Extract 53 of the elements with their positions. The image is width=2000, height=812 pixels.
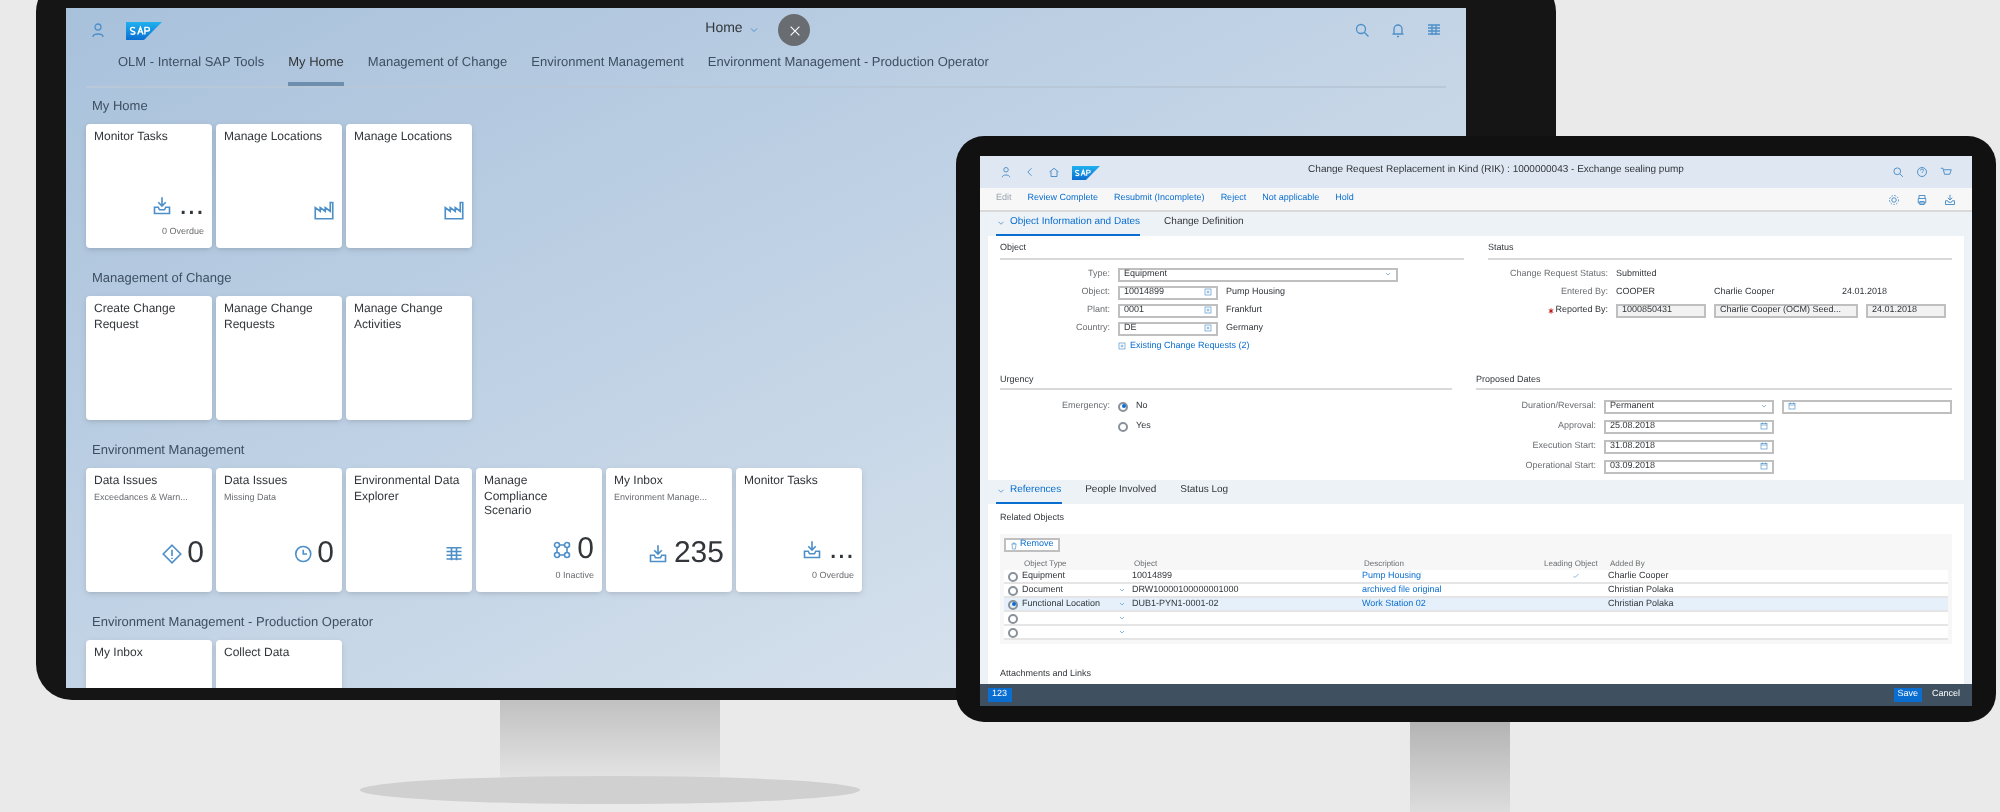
radio-button[interactable] — [1008, 613, 1018, 623]
radio-button[interactable] — [1008, 599, 1018, 609]
close-button[interactable] — [778, 14, 811, 46]
user-icon — [1000, 166, 1012, 178]
radio-button[interactable] — [1118, 401, 1128, 412]
home-icon — [1048, 166, 1060, 178]
tray-icon — [802, 540, 823, 561]
network-icon — [551, 540, 572, 561]
bell-icon — [1390, 22, 1406, 38]
tray-icon — [647, 544, 668, 564]
tray-icon — [152, 196, 173, 217]
tile-number: 235 — [673, 538, 724, 568]
gear-icon — [1888, 193, 1900, 205]
radio-button[interactable] — [1008, 585, 1018, 595]
sap-logo — [126, 21, 162, 39]
date-field[interactable] — [1782, 399, 1952, 414]
calendar-icon — [1760, 422, 1768, 431]
tile-number: 0 — [577, 534, 594, 565]
factory-icon — [314, 200, 334, 220]
tile-number: ... — [178, 190, 204, 221]
diamond-alert-icon — [161, 544, 182, 564]
cart-icon — [1940, 166, 1952, 178]
caret-icon — [748, 24, 761, 36]
help-icon — [1916, 166, 1928, 178]
trash-icon — [1010, 541, 1018, 549]
apps-icon — [1426, 22, 1442, 38]
export-icon — [1944, 193, 1956, 205]
sap-logo — [1072, 165, 1100, 179]
value-help-icon — [1204, 288, 1212, 297]
value-help-icon — [1204, 306, 1212, 315]
clock-icon — [291, 544, 312, 564]
radio-button[interactable] — [1118, 421, 1128, 432]
radio-button[interactable] — [1008, 571, 1018, 581]
tile-number: 0 — [317, 538, 334, 568]
calendar-icon — [1760, 442, 1768, 451]
caret-icon — [996, 217, 1006, 228]
table-icon — [444, 544, 464, 564]
search-icon — [1354, 22, 1370, 38]
caret-icon — [996, 486, 1006, 496]
calendar-icon — [1788, 402, 1796, 411]
link-icon — [1118, 342, 1126, 351]
factory-icon — [444, 200, 464, 220]
required-icon — [1547, 307, 1554, 314]
tile-number: 0 — [187, 538, 204, 568]
search-icon — [1892, 166, 1904, 178]
print-icon — [1916, 193, 1928, 205]
close-icon — [787, 23, 802, 37]
back-icon — [1024, 166, 1036, 178]
tile-number: ... — [828, 534, 854, 565]
user-icon — [90, 22, 106, 38]
value-help-icon — [1204, 324, 1212, 333]
calendar-icon — [1760, 462, 1768, 471]
radio-button[interactable] — [1008, 627, 1018, 637]
